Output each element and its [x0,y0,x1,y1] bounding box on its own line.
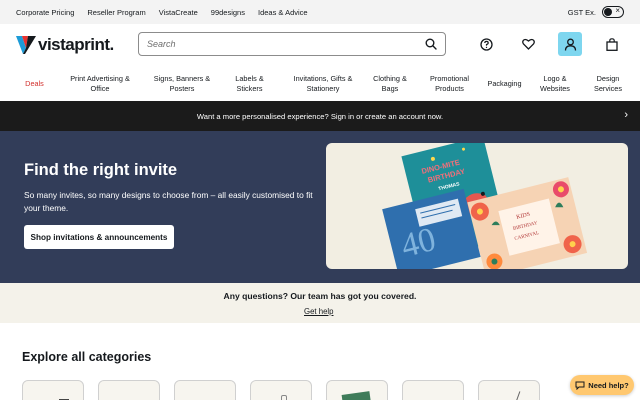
get-help-link[interactable]: Get help [304,307,333,316]
tax-toggle-group: GST Ex. × [568,6,624,18]
explore-categories-title: Explore all categories [22,350,152,364]
hero-invitations-image: DINO-MITE BIRTHDAY THOMAS 40 KIDS BIRTHD… [326,143,628,269]
category-card[interactable] [402,380,464,400]
tax-toggle-label: GST Ex. [567,7,596,17]
utility-links: Corporate Pricing Reseller Program Vista… [16,8,308,17]
nav-label: Services [594,83,622,93]
utility-bar: Corporate Pricing Reseller Program Vista… [0,0,640,24]
toggle-knob [604,8,612,16]
account-button[interactable] [558,32,582,56]
category-cards [22,380,554,400]
category-card[interactable] [174,380,236,400]
hero-banner: Find the right invite So many invites, s… [0,131,640,283]
utility-link-vistacreate[interactable]: VistaCreate [159,8,198,17]
utility-link-corporate-pricing[interactable]: Corporate Pricing [16,8,74,17]
site-header: vistaprint. [0,24,640,66]
chevron-right-icon[interactable]: › [624,109,628,121]
logo-mark-icon [16,36,36,54]
nav-label: Packaging [487,78,522,88]
need-help-label: Need help? [588,380,629,390]
nav-item-deals[interactable]: Deals [16,79,53,89]
nav-item-print-advertising[interactable]: Print Advertising & Office [53,74,147,94]
nav-item-design-services[interactable]: Design Services [584,74,632,94]
category-card[interactable] [478,380,540,400]
sign-in-promo-bar[interactable]: Want a more personalised experience? Sig… [0,101,640,131]
invitation-cards-illustration: DINO-MITE BIRTHDAY THOMAS 40 KIDS BIRTHD… [382,143,588,269]
nav-item-signs-banners[interactable]: Signs, Banners & Posters [147,74,217,94]
nav-label: Websites [540,83,570,93]
category-card[interactable] [326,380,388,400]
nav-item-invitations[interactable]: Invitations, Gifts & Stationery [282,74,364,94]
search-icon[interactable] [425,38,437,50]
nav-label: Deals [25,78,44,88]
utility-link-reseller-program[interactable]: Reseller Program [87,8,145,17]
hero-title: Find the right invite [24,161,178,179]
tax-toggle[interactable]: × [602,6,624,18]
nav-item-labels-stickers[interactable]: Labels & Stickers [217,74,282,94]
favorites-button[interactable] [516,32,540,56]
nav-label: Promotional [430,73,469,83]
nav-label: Bags [381,83,399,93]
utility-link-ideas-advice[interactable]: Ideas & Advice [258,8,308,17]
nav-item-packaging[interactable]: Packaging [483,79,526,89]
cart-button[interactable] [600,32,624,56]
nav-label: Logo & [543,73,567,83]
vistaprint-logo[interactable]: vistaprint. [16,35,126,55]
nav-label: Design [596,73,620,83]
nav-item-promotional-products[interactable]: Promotional Products [416,74,483,94]
nav-label: Invitations, Gifts & [293,73,353,83]
category-card[interactable] [22,380,84,400]
header-icons [474,32,624,56]
help-button[interactable] [474,32,498,56]
nav-label: Office [90,83,110,93]
nav-label: Signs, Banners & [153,73,211,83]
search-box[interactable] [138,32,446,56]
help-question: Any questions? Our team has got you cove… [223,291,417,301]
account-icon [564,38,576,51]
nav-label: Labels & [235,73,264,83]
nav-label: Stationery [306,83,340,93]
heart-icon [521,38,535,50]
utility-link-99designs[interactable]: 99designs [211,8,245,17]
nav-label: Print Advertising & [70,73,130,83]
bag-icon [606,37,618,51]
close-icon: × [615,6,620,15]
nav-label: Stickers [236,83,263,93]
category-card[interactable] [250,380,312,400]
category-nav: Deals Print Advertising & Office Signs, … [0,66,640,101]
shop-invitations-button[interactable]: Shop invitations & announcements [24,225,174,249]
nav-item-logo-websites[interactable]: Logo & Websites [526,74,584,94]
need-help-chat-button[interactable]: Need help? [570,375,634,395]
help-band: Any questions? Our team has got you cove… [0,283,640,323]
nav-label: Posters [169,83,195,93]
help-icon [479,37,493,51]
nav-item-clothing-bags[interactable]: Clothing & Bags [364,74,416,94]
promo-text: Want a more personalised experience? Sig… [196,111,444,121]
category-card[interactable] [98,380,160,400]
search-input[interactable] [147,39,425,49]
nav-label: Clothing & [373,73,407,83]
logo-text: vistaprint. [38,35,114,54]
nav-label: Products [435,83,464,93]
chat-bubble-icon [575,381,585,390]
hero-description: So many invites, so many designs to choo… [24,190,313,213]
